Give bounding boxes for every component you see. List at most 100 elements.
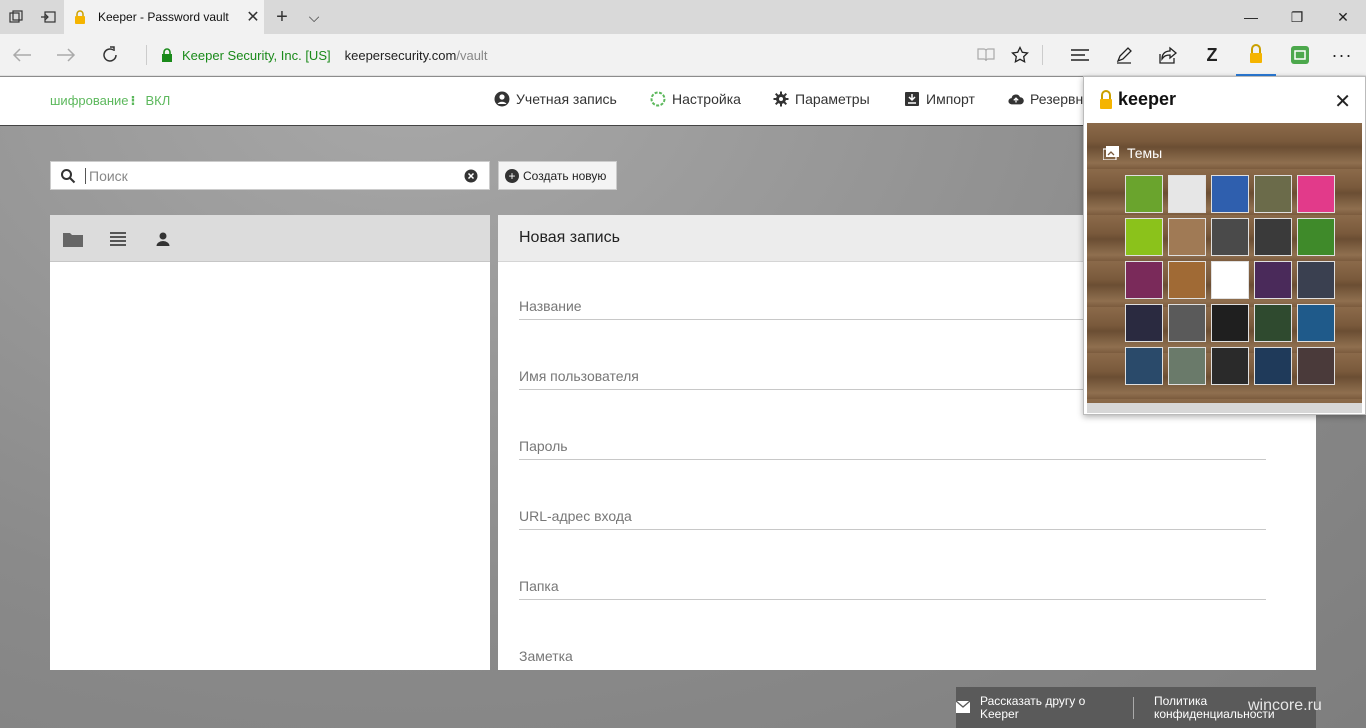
search-input[interactable]	[85, 167, 453, 184]
nav-settings[interactable]: Параметры	[773, 91, 870, 107]
nav-setup[interactable]: Настройка	[650, 91, 741, 107]
nav-backup-label: Резервн	[1030, 91, 1084, 107]
theme-swatch[interactable]	[1168, 218, 1206, 256]
theme-swatch[interactable]	[1254, 175, 1292, 213]
theme-swatch[interactable]	[1297, 304, 1335, 342]
cloud-upload-icon	[1008, 91, 1024, 107]
divider	[146, 45, 147, 65]
theme-swatch[interactable]	[1211, 218, 1249, 256]
favorite-star-icon[interactable]	[1000, 34, 1040, 76]
popup-close-button[interactable]: ✕	[1334, 89, 1351, 114]
tell-friend-link[interactable]: Рассказать другу о Keeper	[980, 695, 1110, 721]
theme-swatch[interactable]	[1211, 304, 1249, 342]
hub-icon[interactable]	[1060, 34, 1100, 76]
keeper-logo: keeper	[1098, 89, 1176, 110]
create-new-label: Создать новую	[523, 168, 607, 183]
theme-swatch[interactable]	[1125, 304, 1163, 342]
clear-search-icon[interactable]	[453, 169, 489, 183]
tab-actions-icon[interactable]	[0, 0, 32, 34]
create-new-button[interactable]: + Создать новую	[498, 161, 617, 190]
view-mode-toolbar	[50, 215, 490, 262]
encryption-value: ВКЛ	[145, 93, 171, 108]
browser-tab-active[interactable]: Keeper - Password vault ✕	[64, 0, 264, 34]
search-box	[50, 161, 490, 190]
password-field[interactable]: Пароль	[519, 432, 1266, 460]
refresh-icon[interactable]	[88, 34, 132, 76]
secure-lock-icon	[160, 47, 174, 63]
theme-swatch[interactable]	[1168, 261, 1206, 299]
theme-swatch[interactable]	[1254, 347, 1292, 385]
tab-list-button[interactable]: ⌵	[298, 0, 330, 34]
login-url-field[interactable]: URL-адрес входа	[519, 502, 1266, 530]
import-icon	[904, 91, 920, 107]
theme-swatch[interactable]	[1125, 347, 1163, 385]
forward-icon[interactable]	[44, 34, 88, 76]
theme-swatch[interactable]	[1254, 218, 1292, 256]
theme-swatch[interactable]	[1211, 261, 1249, 299]
popup-header: keeper ✕	[1084, 77, 1365, 123]
theme-swatch[interactable]	[1125, 218, 1163, 256]
theme-swatch[interactable]	[1168, 304, 1206, 342]
theme-swatch-grid	[1125, 175, 1335, 385]
nav-import[interactable]: Импорт	[904, 91, 975, 107]
window-close-button[interactable]: ✕	[1320, 0, 1366, 34]
tab-title: Keeper - Password vault	[98, 10, 229, 24]
theme-swatch[interactable]	[1168, 175, 1206, 213]
gear-icon	[773, 91, 789, 107]
theme-swatch[interactable]	[1125, 261, 1163, 299]
keeper-brand-text: keeper	[1118, 89, 1177, 109]
keeper-extension-icon[interactable]	[1236, 34, 1276, 76]
browser-tab-bar: Keeper - Password vault ✕ + ⌵ — ❐ ✕	[0, 0, 1366, 34]
maximize-button[interactable]: ❐	[1274, 0, 1320, 34]
keeper-extension-popup: keeper ✕ Темы	[1083, 76, 1366, 415]
divider	[1133, 697, 1134, 719]
set-tabs-aside-icon[interactable]	[32, 0, 64, 34]
share-icon[interactable]	[1148, 34, 1188, 76]
notes-field[interactable]: Заметка	[519, 642, 1266, 670]
new-tab-button[interactable]: +	[266, 0, 298, 34]
theme-swatch[interactable]	[1125, 175, 1163, 213]
theme-swatch[interactable]	[1254, 304, 1292, 342]
person-icon[interactable]	[152, 229, 174, 249]
site-identity: Keeper Security, Inc. [US]	[182, 47, 331, 63]
list-view-icon[interactable]	[107, 229, 129, 249]
theme-swatch[interactable]	[1297, 261, 1335, 299]
encryption-label: шифрование	[50, 93, 129, 108]
green-extension-icon[interactable]	[1280, 34, 1320, 76]
address-bar: Keeper Security, Inc. [US] keepersecurit…	[0, 34, 1366, 76]
z-extension-icon[interactable]: Z	[1192, 34, 1232, 76]
divider	[1042, 45, 1043, 65]
themes-heading: Темы	[1103, 145, 1162, 161]
envelope-icon	[956, 701, 970, 713]
nav-settings-label: Параметры	[795, 91, 870, 107]
theme-swatch[interactable]	[1168, 347, 1206, 385]
theme-swatch[interactable]	[1211, 347, 1249, 385]
nav-import-label: Импорт	[926, 91, 975, 107]
nav-account[interactable]: Учетная запись	[494, 91, 617, 107]
theme-swatch[interactable]	[1254, 261, 1292, 299]
user-circle-icon	[494, 91, 510, 107]
theme-swatch[interactable]	[1297, 175, 1335, 213]
records-list-panel	[50, 215, 490, 670]
search-icon	[51, 168, 85, 184]
horizontal-scrollbar[interactable]	[1087, 403, 1362, 413]
tab-close-button[interactable]: ✕	[242, 7, 264, 27]
theme-swatch[interactable]	[1297, 347, 1335, 385]
folder-icon[interactable]	[62, 229, 84, 249]
image-icon	[1103, 146, 1119, 160]
nav-setup-label: Настройка	[672, 91, 741, 107]
theme-swatch[interactable]	[1211, 175, 1249, 213]
keeper-logo-icon	[1100, 89, 1112, 109]
url-path: /vault	[456, 47, 488, 63]
url-host: keepersecurity.com	[344, 47, 457, 63]
more-menu-icon[interactable]: ···	[1322, 34, 1362, 76]
url-field[interactable]: Keeper Security, Inc. [US] keepersecurit…	[160, 45, 487, 65]
plus-circle-icon: +	[505, 168, 519, 183]
encryption-status[interactable]: шифрование ⁝ ВКЛ	[50, 93, 170, 109]
back-icon[interactable]	[0, 34, 44, 76]
folder-field[interactable]: Папка	[519, 572, 1266, 600]
theme-swatch[interactable]	[1297, 218, 1335, 256]
web-note-icon[interactable]	[1104, 34, 1144, 76]
minimize-button[interactable]: —	[1228, 0, 1274, 34]
nav-backup[interactable]: Резервн	[1008, 91, 1083, 107]
